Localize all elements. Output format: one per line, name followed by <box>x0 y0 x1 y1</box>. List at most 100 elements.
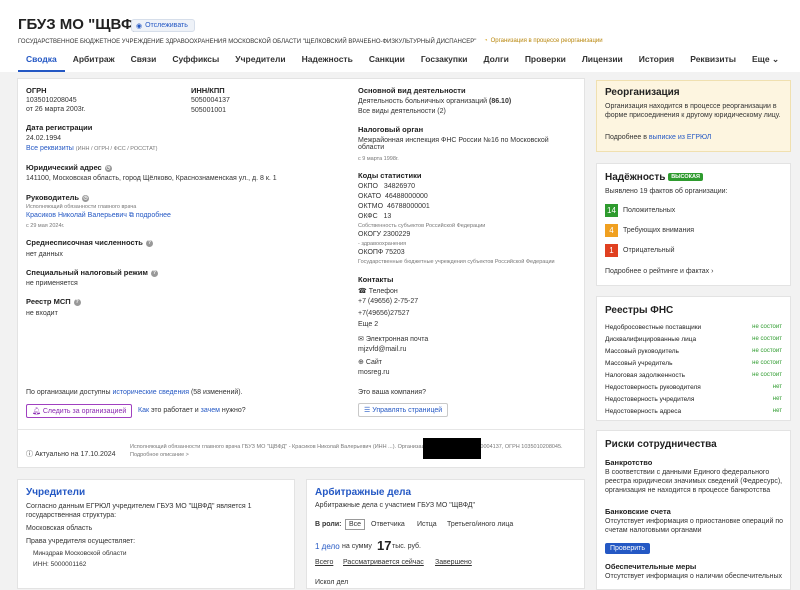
ogrn-date: от 26 марта 2003г. <box>26 106 86 113</box>
sum-unit: тыс. руб. <box>392 543 421 550</box>
fns-row: Дисквалифицированные лица не состоит <box>605 336 782 343</box>
facts-count: Выявлено 19 фактов об организации: <box>605 188 728 195</box>
tab-reliability[interactable]: Надежность <box>294 52 361 72</box>
email-label: ✉ Электронная почта <box>358 336 429 343</box>
help-icon[interactable]: ? <box>73 298 81 306</box>
tab-sanctions[interactable]: Санкции <box>361 52 413 72</box>
help-icon[interactable]: ? <box>150 269 158 277</box>
tab-more[interactable]: Еще ⌄ <box>744 52 787 72</box>
reg-date-label: Дата регистрации <box>26 123 93 132</box>
stat-okfs: ОКФС 13 <box>358 213 392 220</box>
globe-icon: ⊕ <box>358 359 364 366</box>
address: 141100, Московская область, город Щёлков… <box>26 175 277 182</box>
all-requisites-link[interactable]: Все реквизиты (ИНН / ОГРН / ФСС / РОССТА… <box>26 145 158 152</box>
stat-okato: ОКАТО 46488000000 <box>358 193 428 200</box>
activity-label: Основной вид деятельности <box>358 86 466 95</box>
head-name-link[interactable]: Красиков Николай Валерьевич ⧉ подробнее <box>26 212 171 220</box>
fact-negative[interactable]: 1 Отрицательный <box>605 244 675 257</box>
follow-org-button[interactable]: 🔔︎ Следить за организацией <box>26 404 133 418</box>
full-name: ГОСУДАРСТВЕННОЕ БЮДЖЕТНОЕ УЧРЕЖДЕНИЕ ЗДР… <box>18 39 477 45</box>
list-icon: ☰ <box>364 407 371 414</box>
cases-count[interactable]: 1 дело <box>315 542 340 551</box>
reorg-text: Организация находится в процессе реорган… <box>605 103 781 119</box>
reliability-title: Надёжность ВЫСОКАЯ <box>605 172 703 183</box>
mail-icon: ✉ <box>358 336 364 343</box>
kpp-value: 505001001 <box>191 107 227 114</box>
role-third-party[interactable]: Третьего/иного лица <box>447 521 513 528</box>
msp-value: не входит <box>26 310 58 317</box>
tab-suffixes[interactable]: Суффиксы <box>164 52 227 72</box>
risks-card: Риски сотрудничества Банкротство В соотв… <box>596 430 791 590</box>
founders-text: Согласно данным ЕГРЮЛ учредителем ГБУЗ М… <box>26 503 252 519</box>
tab-bar: Сводка Арбитраж Связи Суффиксы Учредител… <box>18 52 787 72</box>
fact-warning[interactable]: 4 Требующих внимания <box>605 224 694 237</box>
tab-procurement[interactable]: Госзакупки <box>413 52 476 72</box>
phone-more[interactable]: Еще 2 <box>358 321 378 328</box>
tab-requisites[interactable]: Реквизиты <box>682 52 744 72</box>
head-label: Руководитель ◷ <box>26 193 89 202</box>
fns-title: Реестры ФНС <box>605 305 674 316</box>
filter-all[interactable]: Всего <box>315 559 333 566</box>
email-link[interactable]: mjzvfd@mail.ru <box>358 346 406 353</box>
staff-label: Среднесписочная численность? <box>26 238 153 247</box>
tab-founders[interactable]: Учредители <box>227 52 293 72</box>
egrul-link[interactable]: выписке из ЕГРЮЛ <box>649 134 711 141</box>
help-icon[interactable]: ? <box>145 239 153 247</box>
fns-row: Недостоверность адреса нет <box>605 408 782 415</box>
inn-label: ИНН/КПП <box>191 86 225 95</box>
site-link[interactable]: mosreg.ru <box>358 369 390 376</box>
filter-active[interactable]: Рассматривается сейчас <box>343 559 424 566</box>
okfs-desc: Собственность субъектов Российской Федер… <box>358 223 486 229</box>
role-all[interactable]: Все <box>345 519 366 530</box>
chevron-down-icon: ⌄ <box>771 54 780 64</box>
phone-2[interactable]: +7(49656)27527 <box>358 310 410 317</box>
history-note: По организации доступны исторические све… <box>26 389 243 396</box>
summary-card: ОГРН 1035010208045 от 26 марта 2003г. ИН… <box>17 78 585 468</box>
ogrn-label: ОГРН <box>26 86 47 95</box>
tab-inspections[interactable]: Проверки <box>517 52 574 72</box>
fns-row: Массовый руководитель не состоит <box>605 348 782 355</box>
arbitrage-card: Арбитражные дела Арбитражные дела с учас… <box>306 479 585 589</box>
tab-summary[interactable]: Сводка <box>18 52 65 72</box>
your-company: Это ваша компания? <box>358 389 426 396</box>
follow-button[interactable]: ◉ Отслеживать <box>131 19 195 32</box>
reorg-status[interactable]: ◔ Организация в процессе реорганизации <box>484 38 603 44</box>
arbitrage-more: Искол дел <box>315 579 349 586</box>
fns-row: Налоговая задолженность не состоит <box>605 372 782 379</box>
history-link[interactable]: исторические сведения <box>113 389 190 396</box>
role-plaintiff[interactable]: Истца <box>417 521 437 528</box>
phone-1[interactable]: +7 (49656) 2-75-27 <box>358 298 418 305</box>
founder-org-link[interactable]: Минздрав Московской области <box>33 550 127 557</box>
more-link[interactable]: ⧉ подробнее <box>129 212 171 219</box>
bell-icon: 🔔︎ <box>32 408 41 415</box>
check-button[interactable]: Проверить <box>605 543 651 554</box>
all-activities-link[interactable]: Все виды деятельности (2) <box>358 108 446 115</box>
reliability-level: ВЫСОКАЯ <box>668 173 703 182</box>
staff-value: нет данных <box>26 251 63 258</box>
company-header: ГБУЗ МО "ЩВФД" ◉ Отслеживать ГОСУДАРСТВЕН… <box>0 0 800 72</box>
arbitrage-title[interactable]: Арбитражные дела <box>315 487 411 498</box>
manage-page-button[interactable]: ☰ Управлять страницей <box>358 403 449 417</box>
tab-links[interactable]: Связи <box>123 52 165 72</box>
tab-arbitrage[interactable]: Арбитраж <box>65 52 123 72</box>
tab-licenses[interactable]: Лицензии <box>574 52 631 72</box>
tab-history[interactable]: История <box>631 52 682 72</box>
phone-icon: ☎ <box>358 288 367 295</box>
filter-done[interactable]: Завершено <box>435 559 472 566</box>
reorg-title: Реорганизация <box>605 87 680 98</box>
reorg-card: Реорганизация Организация находится в пр… <box>596 80 791 152</box>
tab-debts[interactable]: Долги <box>476 52 517 72</box>
fns-row: Недостоверность руководителя нет <box>605 384 782 391</box>
fact-positive[interactable]: 14 Положительных <box>605 204 675 217</box>
rating-more-link[interactable]: Подробнее о рейтинге и фактах › <box>605 268 713 275</box>
bank-accounts-text: Отсутствует информация о приостановке оп… <box>605 518 784 534</box>
stat-okogu: ОКОГУ 2300229 <box>358 231 411 238</box>
founder-region: Московская область <box>26 525 93 532</box>
clock-icon: ◷ <box>82 194 89 202</box>
founders-title[interactable]: Учредители <box>26 487 85 498</box>
okogu-desc: - здравоохранения <box>358 241 407 247</box>
risks-title: Риски сотрудничества <box>605 439 717 450</box>
founder-inn: ИНН: 5000001162 <box>33 561 87 568</box>
okopf-desc: Государственные бюджетные учреждения суб… <box>358 259 555 265</box>
role-defendant[interactable]: Ответчика <box>371 521 405 528</box>
